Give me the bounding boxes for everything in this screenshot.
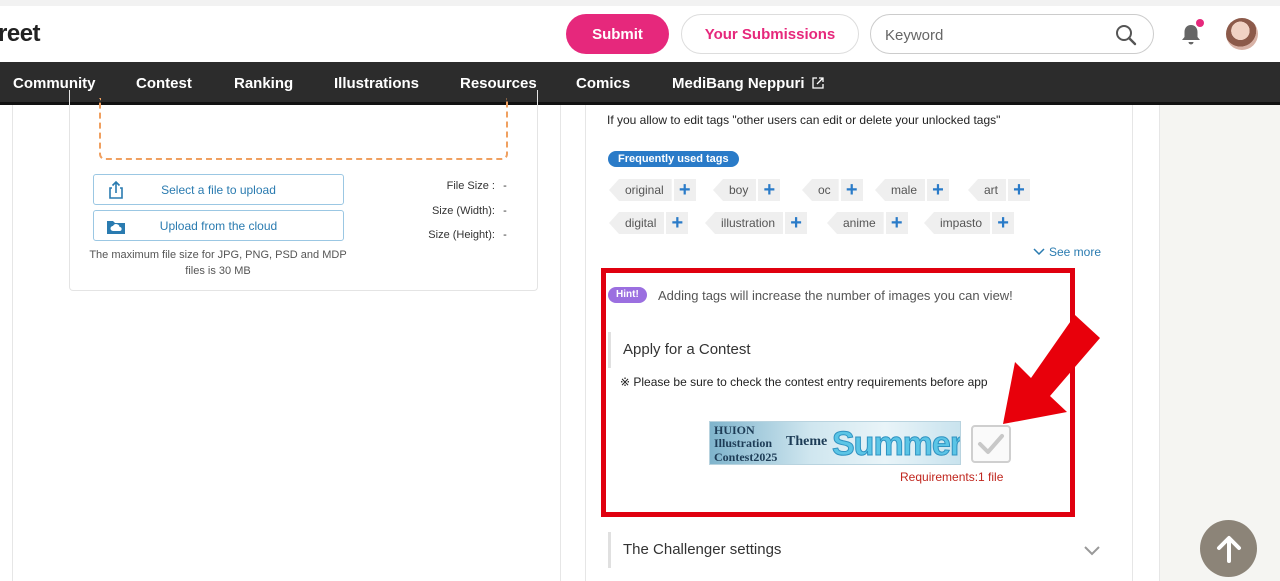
add-tag-plus-icon[interactable]: + [840, 179, 863, 201]
contest-banner[interactable]: HUION Illustration Contest2025 Theme Sum… [709, 421, 961, 465]
arrow-up-icon [1216, 535, 1241, 563]
upload-cloud-label: Upload from the cloud [159, 218, 278, 233]
add-tag-plus-icon[interactable]: + [758, 179, 781, 201]
tag-label[interactable]: impasto [924, 212, 991, 234]
banner-line: Illustration [714, 436, 773, 450]
tag-chip: impasto + [924, 212, 1015, 234]
submit-button[interactable]: Submit [566, 14, 669, 54]
file-size-value: - [503, 180, 507, 192]
file-size-row: File Size : - [392, 180, 512, 192]
external-link-icon [812, 77, 824, 89]
contest-entry-checkbox[interactable] [971, 425, 1011, 463]
challenger-settings-title[interactable]: The Challenger settings [608, 532, 781, 568]
tag-chip: illustration + [705, 212, 808, 234]
select-file-label: Select a file to upload [161, 182, 276, 197]
site-logo[interactable]: reet [0, 20, 41, 48]
share-upload-icon [109, 180, 123, 199]
page: reet Submit Your Submissions Community C… [0, 0, 1280, 581]
banner-theme: Theme [786, 434, 828, 449]
width-value: - [503, 205, 507, 217]
tag-label[interactable]: male [875, 179, 926, 201]
tag-chip: boy + [713, 179, 781, 201]
banner-line: HUION [714, 423, 755, 437]
add-tag-plus-icon[interactable]: + [666, 212, 689, 234]
nav-item-comics[interactable]: Comics [576, 75, 630, 92]
scroll-to-top-button[interactable] [1200, 520, 1257, 577]
add-tag-plus-icon[interactable]: + [785, 212, 808, 234]
tag-label[interactable]: original [609, 179, 672, 201]
red-arrow-icon [1003, 315, 1100, 424]
search-icon[interactable] [1115, 24, 1137, 46]
height-value: - [503, 229, 507, 241]
add-tag-plus-icon[interactable]: + [885, 212, 908, 234]
tag-chip: oc + [802, 179, 863, 201]
add-tag-plus-icon[interactable]: + [992, 212, 1015, 234]
tag-edit-permission-text: If you allow to edit tags "other users c… [607, 113, 1001, 127]
tag-chip: art + [968, 179, 1031, 201]
upload-cloud-button[interactable]: Upload from the cloud [93, 210, 344, 241]
search-box [870, 14, 1154, 54]
add-tag-plus-icon[interactable]: + [1008, 179, 1031, 201]
see-more-link[interactable]: See more [1033, 245, 1101, 259]
add-tag-plus-icon[interactable]: + [927, 179, 950, 201]
search-input[interactable] [885, 24, 1105, 46]
tag-chip: anime + [827, 212, 908, 234]
tag-label[interactable]: oc [802, 179, 839, 201]
nav-item-label: MediBang Neppuri [672, 75, 805, 92]
see-more-label: See more [1049, 245, 1102, 259]
tag-label[interactable]: boy [713, 179, 757, 201]
max-file-size-note: The maximum file size for JPG, PNG, PSD … [89, 249, 347, 277]
avatar[interactable] [1226, 18, 1258, 50]
banner-line: Contest2025 [714, 450, 778, 464]
height-label: Size (Height): [428, 229, 495, 241]
tag-chip: original + [609, 179, 696, 201]
drop-zone[interactable] [99, 98, 508, 160]
select-file-button[interactable]: Select a file to upload [93, 174, 344, 205]
cloud-folder-icon [107, 221, 125, 234]
chevron-down-icon[interactable] [1084, 546, 1100, 556]
top-header: reet Submit Your Submissions [0, 0, 1280, 62]
tag-label[interactable]: illustration [705, 212, 784, 234]
height-row: Size (Height): - [392, 229, 512, 241]
hint-text: Adding tags will increase the number of … [658, 288, 1013, 303]
file-size-label: File Size : [446, 180, 495, 192]
checkmark-icon [978, 434, 1004, 454]
your-submissions-button[interactable]: Your Submissions [681, 14, 859, 54]
tag-label[interactable]: anime [827, 212, 884, 234]
notification-dot [1196, 19, 1204, 27]
width-row: Size (Width): - [392, 205, 512, 217]
tag-label[interactable]: art [968, 179, 1007, 201]
chevron-down-icon [1033, 248, 1045, 256]
requirements-text: Requirements:1 file [900, 470, 1004, 484]
hint-badge: Hint! [608, 287, 647, 303]
apply-contest-title[interactable]: Apply for a Contest [608, 332, 751, 368]
tag-chip: male + [875, 179, 950, 201]
tag-chip: digital + [609, 212, 689, 234]
frequently-used-tags-badge: Frequently used tags [608, 151, 739, 167]
right-gutter [1159, 105, 1280, 581]
add-tag-plus-icon[interactable]: + [673, 179, 696, 201]
nav-item-medibang-neppuri[interactable]: MediBang Neppuri [672, 75, 824, 92]
banner-theme-word: Summer [831, 425, 961, 464]
contest-requirements-notice: ※ Please be sure to check the contest en… [620, 375, 988, 389]
tag-label[interactable]: digital [609, 212, 665, 234]
width-label: Size (Width): [431, 205, 495, 217]
